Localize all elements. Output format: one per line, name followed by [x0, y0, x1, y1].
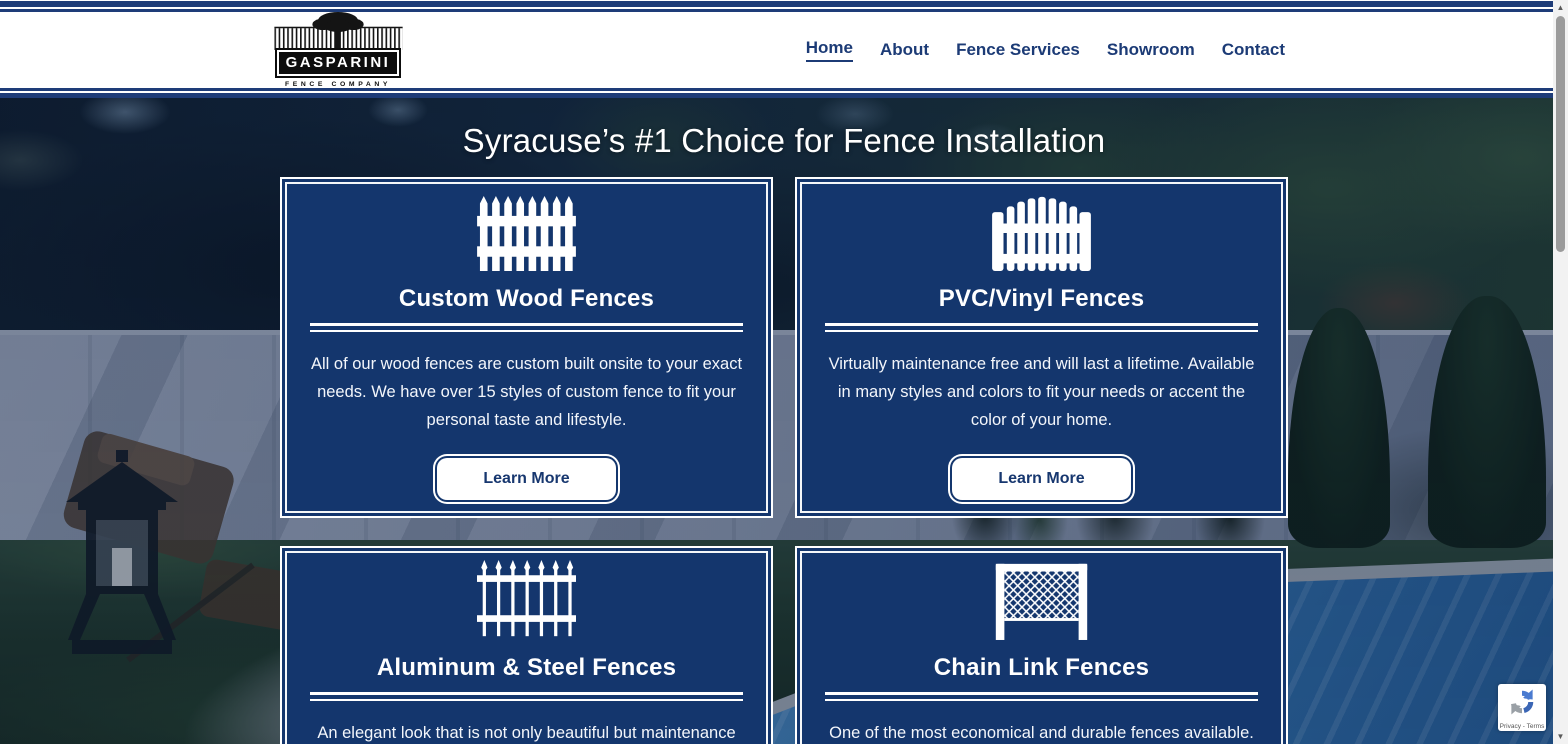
card-divider — [310, 692, 743, 701]
brand-name: GASPARINI — [279, 52, 398, 74]
card-pvc-vinyl-fences: PVC/Vinyl Fences Virtually maintenance f… — [795, 177, 1288, 518]
main-nav: Home About Fence Services Showroom Conta… — [806, 38, 1285, 62]
card-divider — [310, 323, 743, 332]
scrollbar-thumb[interactable] — [1556, 16, 1565, 252]
hero-section: Syracuse’s #1 Choice for Fence Installat… — [0, 98, 1568, 744]
learn-more-button[interactable]: Learn More — [952, 458, 1130, 500]
header-bottom-stripes — [0, 88, 1568, 98]
nav-item-fence-services[interactable]: Fence Services — [956, 40, 1080, 60]
brand-name-box: GASPARINI — [275, 48, 402, 78]
service-card-grid: Custom Wood Fences All of our wood fence… — [280, 177, 1288, 744]
card-title: Chain Link Fences — [825, 654, 1258, 682]
nav-item-about[interactable]: About — [880, 40, 929, 60]
ornamental-metal-fence-icon — [310, 564, 743, 640]
card-description: An elegant look that is not only beautif… — [310, 719, 743, 744]
tree-fence-logo-icon — [271, 12, 406, 48]
scrollbar-up-arrow-icon[interactable]: ▲ — [1553, 0, 1568, 15]
learn-more-button[interactable]: Learn More — [437, 458, 615, 500]
recaptcha-privacy-terms[interactable]: Privacy - Terms — [1500, 723, 1545, 730]
vertical-scrollbar: ▲ ▼ — [1553, 0, 1568, 744]
card-title: Aluminum & Steel Fences — [310, 654, 743, 682]
recaptcha-logo-icon — [1507, 687, 1537, 722]
card-description: One of the most economical and durable f… — [825, 719, 1258, 744]
card-description: Virtually maintenance free and will last… — [825, 350, 1258, 434]
card-divider — [825, 323, 1258, 332]
card-title: PVC/Vinyl Fences — [825, 285, 1258, 313]
picket-fence-icon — [310, 195, 743, 271]
card-description: All of our wood fences are custom built … — [310, 350, 743, 434]
scrollbar-down-arrow-icon[interactable]: ▼ — [1553, 729, 1568, 744]
page-title: Syracuse’s #1 Choice for Fence Installat… — [0, 122, 1568, 160]
nav-item-home[interactable]: Home — [806, 38, 853, 62]
card-chain-link-fences: Chain Link Fences One of the most econom… — [795, 546, 1288, 744]
card-aluminum-steel-fences: Aluminum & Steel Fences An elegant look … — [280, 546, 773, 744]
card-custom-wood-fences: Custom Wood Fences All of our wood fence… — [280, 177, 773, 518]
nav-item-contact[interactable]: Contact — [1222, 40, 1285, 60]
chain-link-fence-icon — [825, 564, 1258, 640]
arched-vinyl-fence-icon — [825, 195, 1258, 271]
nav-item-showroom[interactable]: Showroom — [1107, 40, 1195, 60]
card-divider — [825, 692, 1258, 701]
brand-tagline: FENCE COMPANY — [285, 81, 391, 88]
brand-logo[interactable]: GASPARINI FENCE COMPANY — [268, 12, 408, 88]
recaptcha-badge[interactable]: Privacy - Terms — [1498, 684, 1546, 731]
card-title: Custom Wood Fences — [310, 285, 743, 313]
site-header: GASPARINI FENCE COMPANY Home About Fence… — [0, 0, 1568, 98]
page: GASPARINI FENCE COMPANY Home About Fence… — [0, 0, 1568, 744]
header-top-stripes — [0, 0, 1568, 12]
